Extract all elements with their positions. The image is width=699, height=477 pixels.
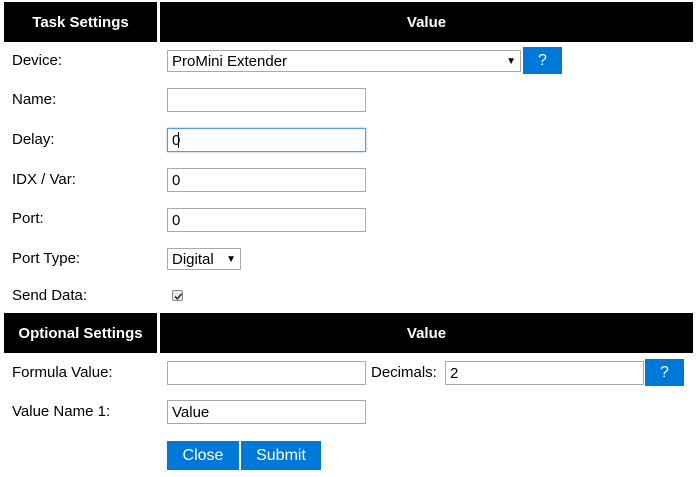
task-settings-header: Task Settings bbox=[4, 2, 157, 42]
close-button-label: Close bbox=[182, 446, 224, 464]
decimals-help-button[interactable]: ? bbox=[645, 359, 684, 386]
submit-button-label: Submit bbox=[256, 446, 306, 464]
name-label: Name: bbox=[12, 91, 57, 108]
chevron-down-icon: ▼ bbox=[226, 253, 236, 265]
port-type-select-value: Digital bbox=[172, 250, 214, 268]
idx-label: IDX / Var: bbox=[12, 171, 76, 188]
delay-input[interactable] bbox=[167, 128, 366, 152]
decimals-input[interactable] bbox=[445, 361, 644, 385]
task-value-header: Value bbox=[160, 2, 693, 42]
formula-label: Formula Value: bbox=[12, 364, 113, 381]
port-type-label: Port Type: bbox=[12, 250, 81, 267]
decimals-label: Decimals: bbox=[371, 364, 437, 381]
task-value-header-label: Value bbox=[406, 13, 447, 31]
optional-settings-header: Optional Settings bbox=[4, 313, 157, 353]
value-name-1-label: Value Name 1: bbox=[12, 403, 111, 420]
value-name-1-input[interactable] bbox=[167, 400, 366, 424]
device-help-button[interactable]: ? bbox=[523, 47, 562, 74]
text-caret bbox=[178, 132, 179, 148]
optional-value-header-label: Value bbox=[406, 324, 447, 342]
checkmark-icon bbox=[174, 293, 183, 300]
port-label: Port: bbox=[12, 210, 44, 227]
optional-value-header: Value bbox=[160, 313, 693, 353]
send-data-checkbox[interactable] bbox=[172, 290, 183, 301]
delay-label: Delay: bbox=[12, 131, 55, 148]
name-input[interactable] bbox=[167, 88, 366, 112]
port-type-select[interactable]: Digital ▼ bbox=[167, 248, 241, 270]
chevron-down-icon: ▼ bbox=[506, 55, 516, 67]
submit-button[interactable]: Submit bbox=[241, 441, 321, 470]
device-select[interactable]: ProMini Extender ▼ bbox=[167, 50, 521, 72]
close-button[interactable]: Close bbox=[167, 441, 239, 470]
help-icon: ? bbox=[538, 51, 547, 69]
port-input[interactable] bbox=[167, 208, 366, 232]
device-label: Device: bbox=[12, 52, 63, 69]
help-icon: ? bbox=[660, 363, 669, 381]
optional-settings-header-label: Optional Settings bbox=[18, 324, 143, 342]
send-data-label: Send Data: bbox=[12, 287, 88, 304]
device-select-value: ProMini Extender bbox=[172, 52, 288, 70]
formula-input[interactable] bbox=[167, 361, 366, 385]
idx-input[interactable] bbox=[167, 168, 366, 192]
task-settings-header-label: Task Settings bbox=[32, 13, 129, 31]
